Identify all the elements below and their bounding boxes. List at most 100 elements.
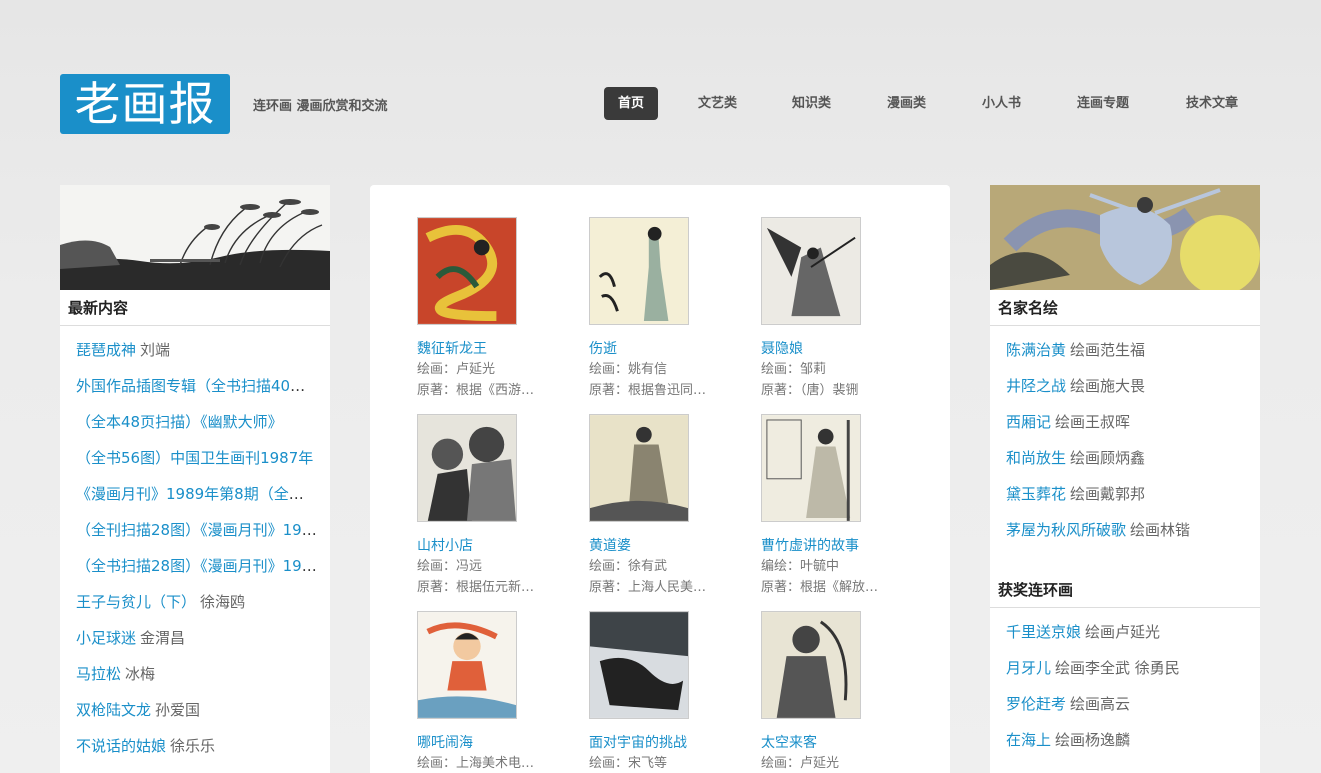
nav-item-knowledge[interactable]: 知识类 xyxy=(792,87,831,120)
grid-card[interactable]: 曹竹虚讲的故事 编绘：叶毓中 原著：根据《解放军文艺》 xyxy=(761,414,911,598)
item-title[interactable]: （全刊扫描28图）《漫画月刊》1988年 xyxy=(76,521,330,539)
latest-content-title: 最新内容 xyxy=(60,290,330,326)
item-title[interactable]: （全书扫描28图）《漫画月刊》1987年 xyxy=(76,557,330,575)
item-title[interactable]: 马拉松 xyxy=(76,665,121,683)
item-title[interactable]: 井陉之战 xyxy=(1006,377,1066,395)
cover-thumbnail[interactable] xyxy=(417,414,517,522)
card-title[interactable]: 黄道婆 xyxy=(589,536,739,556)
list-item[interactable]: 不说话的姑娘 徐乐乐 xyxy=(60,728,330,764)
list-item[interactable]: 外国作品插图专辑（全书扫描40页） xyxy=(60,368,330,404)
card-title[interactable]: 伤逝 xyxy=(589,339,739,359)
cover-thumbnail[interactable] xyxy=(417,217,517,325)
card-title[interactable]: 山村小店 xyxy=(417,536,567,556)
card-illustrator: 绘画：上海美术电影制片厂 xyxy=(417,756,543,771)
cover-thumbnail[interactable] xyxy=(589,217,689,325)
card-title[interactable]: 聂隐娘 xyxy=(761,339,911,359)
item-author: 绘画王叔晖 xyxy=(1055,413,1131,431)
item-author: 绘画范生福 xyxy=(1070,341,1146,359)
grid-card[interactable]: 黄道婆 绘画：徐有武 原著：上海人民美术出版社 xyxy=(589,414,739,598)
grid-card[interactable]: 聂隐娘 绘画：邹莉 原著：（唐）裴铏 xyxy=(761,217,911,401)
nav-item-home[interactable]: 首页 xyxy=(604,87,659,120)
item-title[interactable]: 王子与贫儿（下） xyxy=(76,593,196,611)
award-winners-list: 千里送京娘 绘画卢延光 月牙儿 绘画李全武 徐勇民 罗伦赶考 绘画高云 在海上 绘画杨逸… xyxy=(990,608,1260,758)
card-source: 原著：根据伍元新同名小说 xyxy=(417,580,543,595)
item-title[interactable]: （全书56图）中国卫生画刊1987年 xyxy=(76,449,313,467)
nav-item-literature[interactable]: 文艺类 xyxy=(698,87,737,120)
item-title[interactable]: 《漫画月刊》1989年第8期（全书扫描） xyxy=(76,485,330,503)
list-item[interactable]: 陈满治黄 绘画范生福 xyxy=(990,332,1260,368)
featured-grid: 魏征斩龙王 绘画：卢延光 原著：根据《西游记》 伤逝 绘画：姚有信 原著：根据鲁… xyxy=(370,185,950,773)
item-author: 刘端 xyxy=(140,341,171,359)
card-title[interactable]: 面对宇宙的挑战 xyxy=(589,733,739,753)
card-illustrator: 编绘：叶毓中 xyxy=(761,559,840,574)
list-item[interactable]: 罗伦赶考 绘画高云 xyxy=(990,686,1260,722)
card-title[interactable]: 哪吒闹海 xyxy=(417,733,567,753)
item-title[interactable]: 小足球迷 xyxy=(76,629,136,647)
list-item[interactable]: 月牙儿 绘画李全武 徐勇民 xyxy=(990,650,1260,686)
list-item[interactable]: 和尚放生 绘画顾炳鑫 xyxy=(990,440,1260,476)
grid-card[interactable]: 魏征斩龙王 绘画：卢延光 原著：根据《西游记》 xyxy=(417,217,567,401)
card-illustrator: 绘画：冯远 xyxy=(417,559,483,574)
nav-item-topics[interactable]: 连画专题 xyxy=(1077,87,1129,120)
list-item[interactable]: 双枪陆文龙 孙爱国 xyxy=(60,692,330,728)
item-title[interactable]: 茅屋为秋风所破歌 xyxy=(1006,521,1126,539)
card-source: 原著：根据《解放军文艺》 xyxy=(761,580,887,595)
nav-item-tech-articles[interactable]: 技术文章 xyxy=(1186,87,1238,120)
item-title[interactable]: 陈满治黄 xyxy=(1006,341,1066,359)
nav-item-picture-books[interactable]: 小人书 xyxy=(982,87,1021,120)
left-sidebar: 最新内容 琵琶成神 刘端 外国作品插图专辑（全书扫描40页） （全本48页扫描）《… xyxy=(60,185,330,773)
item-title[interactable]: 西厢记 xyxy=(1006,413,1051,431)
nav-item-comics[interactable]: 漫画类 xyxy=(887,87,926,120)
card-illustrator: 绘画：徐有武 xyxy=(589,559,668,574)
card-title[interactable]: 魏征斩龙王 xyxy=(417,339,567,359)
item-author: 绘画顾炳鑫 xyxy=(1070,449,1146,467)
item-author: 孙爱国 xyxy=(155,701,201,719)
cover-thumbnail[interactable] xyxy=(589,611,689,719)
item-title[interactable]: 在海上 xyxy=(1006,731,1051,749)
grid-card[interactable]: 山村小店 绘画：冯远 原著：根据伍元新同名小说 xyxy=(417,414,567,598)
item-title[interactable]: 月牙儿 xyxy=(1006,659,1051,677)
cover-thumbnail[interactable] xyxy=(761,414,861,522)
list-item[interactable]: 小足球迷 金渭昌 xyxy=(60,620,330,656)
list-item[interactable]: 马拉松 冰梅 xyxy=(60,656,330,692)
item-title[interactable]: 千里送京娘 xyxy=(1006,623,1081,641)
list-item[interactable]: （全本48页扫描）《幽默大师》 xyxy=(60,404,330,440)
grid-card[interactable]: 面对宇宙的挑战 绘画：宋飞等 xyxy=(589,611,739,773)
list-item[interactable]: 在海上 绘画杨逸麟 xyxy=(990,722,1260,758)
list-item[interactable]: 琵琶成神 刘端 xyxy=(60,332,330,368)
grid-card[interactable]: 太空来客 绘画：卢延光 xyxy=(761,611,911,773)
list-item[interactable]: （全书扫描28图）《漫画月刊》1987年 xyxy=(60,548,330,584)
item-title[interactable]: 黛玉葬花 xyxy=(1006,485,1066,503)
site-logo[interactable]: 老画报 xyxy=(60,74,230,134)
item-title[interactable]: （全本48页扫描）《幽默大师》 xyxy=(76,413,283,431)
grid-card[interactable]: 伤逝 绘画：姚有信 原著：根据鲁迅同名小说 xyxy=(589,217,739,401)
item-title[interactable]: 和尚放生 xyxy=(1006,449,1066,467)
list-item[interactable]: 茅屋为秋风所破歌 绘画林锴 xyxy=(990,512,1260,548)
card-title[interactable]: 太空来客 xyxy=(761,733,911,753)
card-illustrator: 绘画：宋飞等 xyxy=(589,756,668,771)
item-title[interactable]: 双枪陆文龙 xyxy=(76,701,151,719)
cover-thumbnail[interactable] xyxy=(761,611,861,719)
item-author: 绘画杨逸麟 xyxy=(1055,731,1131,749)
item-title[interactable]: 罗伦赶考 xyxy=(1006,695,1066,713)
card-illustrator: 绘画：邹莉 xyxy=(761,362,827,377)
cover-thumbnail[interactable] xyxy=(417,611,517,719)
item-title[interactable]: 琵琶成神 xyxy=(76,341,136,359)
item-title[interactable]: 外国作品插图专辑（全书扫描40页） xyxy=(76,377,320,395)
card-illustrator: 绘画：姚有信 xyxy=(589,362,668,377)
list-item[interactable]: 井陉之战 绘画施大畏 xyxy=(990,368,1260,404)
list-item[interactable]: 《漫画月刊》1989年第8期（全书扫描） xyxy=(60,476,330,512)
card-title[interactable]: 曹竹虚讲的故事 xyxy=(761,536,911,556)
list-item[interactable]: 千里送京娘 绘画卢延光 xyxy=(990,614,1260,650)
list-item[interactable]: 黛玉葬花 绘画戴郭邦 xyxy=(990,476,1260,512)
award-winners-title: 获奖连环画 xyxy=(990,572,1260,608)
card-source: 原著：上海人民美术出版社 xyxy=(589,580,715,595)
item-title[interactable]: 不说话的姑娘 xyxy=(76,737,166,755)
list-item[interactable]: （全书56图）中国卫生画刊1987年 xyxy=(60,440,330,476)
list-item[interactable]: （全刊扫描28图）《漫画月刊》1988年 xyxy=(60,512,330,548)
cover-thumbnail[interactable] xyxy=(761,217,861,325)
cover-thumbnail[interactable] xyxy=(589,414,689,522)
grid-card[interactable]: 哪吒闹海 绘画：上海美术电影制片厂 xyxy=(417,611,567,773)
list-item[interactable]: 王子与贫儿（下） 徐海鸥 xyxy=(60,584,330,620)
list-item[interactable]: 西厢记 绘画王叔晖 xyxy=(990,404,1260,440)
